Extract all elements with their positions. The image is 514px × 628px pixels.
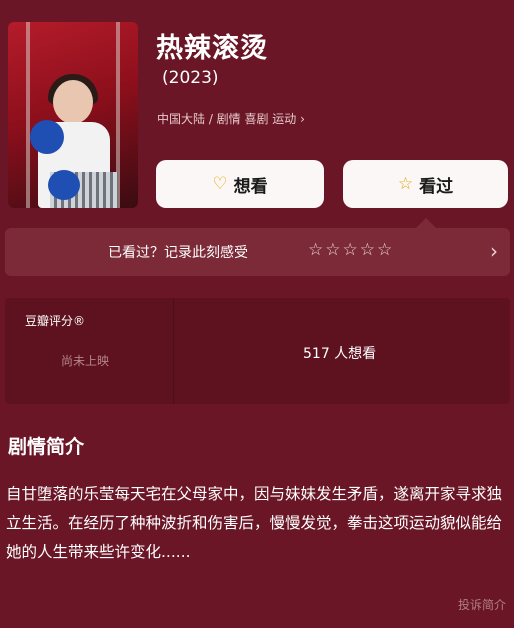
star-rating[interactable]: ☆ ☆ ☆ ☆ ☆ <box>308 240 392 260</box>
boxing-glove-icon <box>48 170 80 200</box>
douban-rating-box[interactable]: 豆瓣评分® 尚未上映 <box>5 298 174 404</box>
movie-meta-link[interactable]: 中国大陆 / 剧情 喜剧 运动 › <box>157 110 305 127</box>
poster-rope <box>26 22 30 208</box>
star-outline-icon: ☆ <box>397 174 414 194</box>
watched-button[interactable]: ☆ 看过 <box>343 160 508 208</box>
summary-text: 自甘堕落的乐莹每天宅在父母家中，因与妹妹发生矛盾，遂离开家寻求独立生活。在经历了… <box>6 485 503 561</box>
star-icon[interactable]: ☆ <box>360 240 375 260</box>
movie-year: (2023) <box>162 68 219 88</box>
star-icon[interactable]: ☆ <box>308 240 323 260</box>
poster-figure-head <box>53 80 93 124</box>
rating-status: 尚未上映 <box>61 354 110 368</box>
douban-rating-label: 豆瓣评分® <box>25 314 86 328</box>
summary-heading: 剧情简介 <box>8 436 85 458</box>
watched-label: 看过 <box>419 176 454 197</box>
chevron-right-icon[interactable]: › <box>490 239 498 263</box>
movie-title: 热辣滚烫 <box>156 33 268 64</box>
want-to-watch-label: 想看 <box>233 176 268 197</box>
want-to-watch-button[interactable]: ♡ 想看 <box>156 160 324 208</box>
record-feeling-text: 已看过？记录此刻感受 <box>108 245 248 261</box>
movie-poster[interactable] <box>8 22 138 208</box>
heart-plus-icon: ♡ <box>212 174 228 194</box>
record-feeling-bar[interactable]: 已看过？记录此刻感受 ☆ ☆ ☆ ☆ ☆ › <box>5 218 510 276</box>
star-icon[interactable]: ☆ <box>325 240 340 260</box>
rating-panel: 豆瓣评分® 尚未上映 517 人想看 <box>5 298 510 404</box>
boxing-glove-icon <box>30 120 64 154</box>
want-count[interactable]: 517 人想看 <box>303 343 376 363</box>
star-icon[interactable]: ☆ <box>343 240 358 260</box>
star-icon[interactable]: ☆ <box>377 240 392 260</box>
report-summary-link[interactable]: 投诉简介 <box>458 596 506 613</box>
